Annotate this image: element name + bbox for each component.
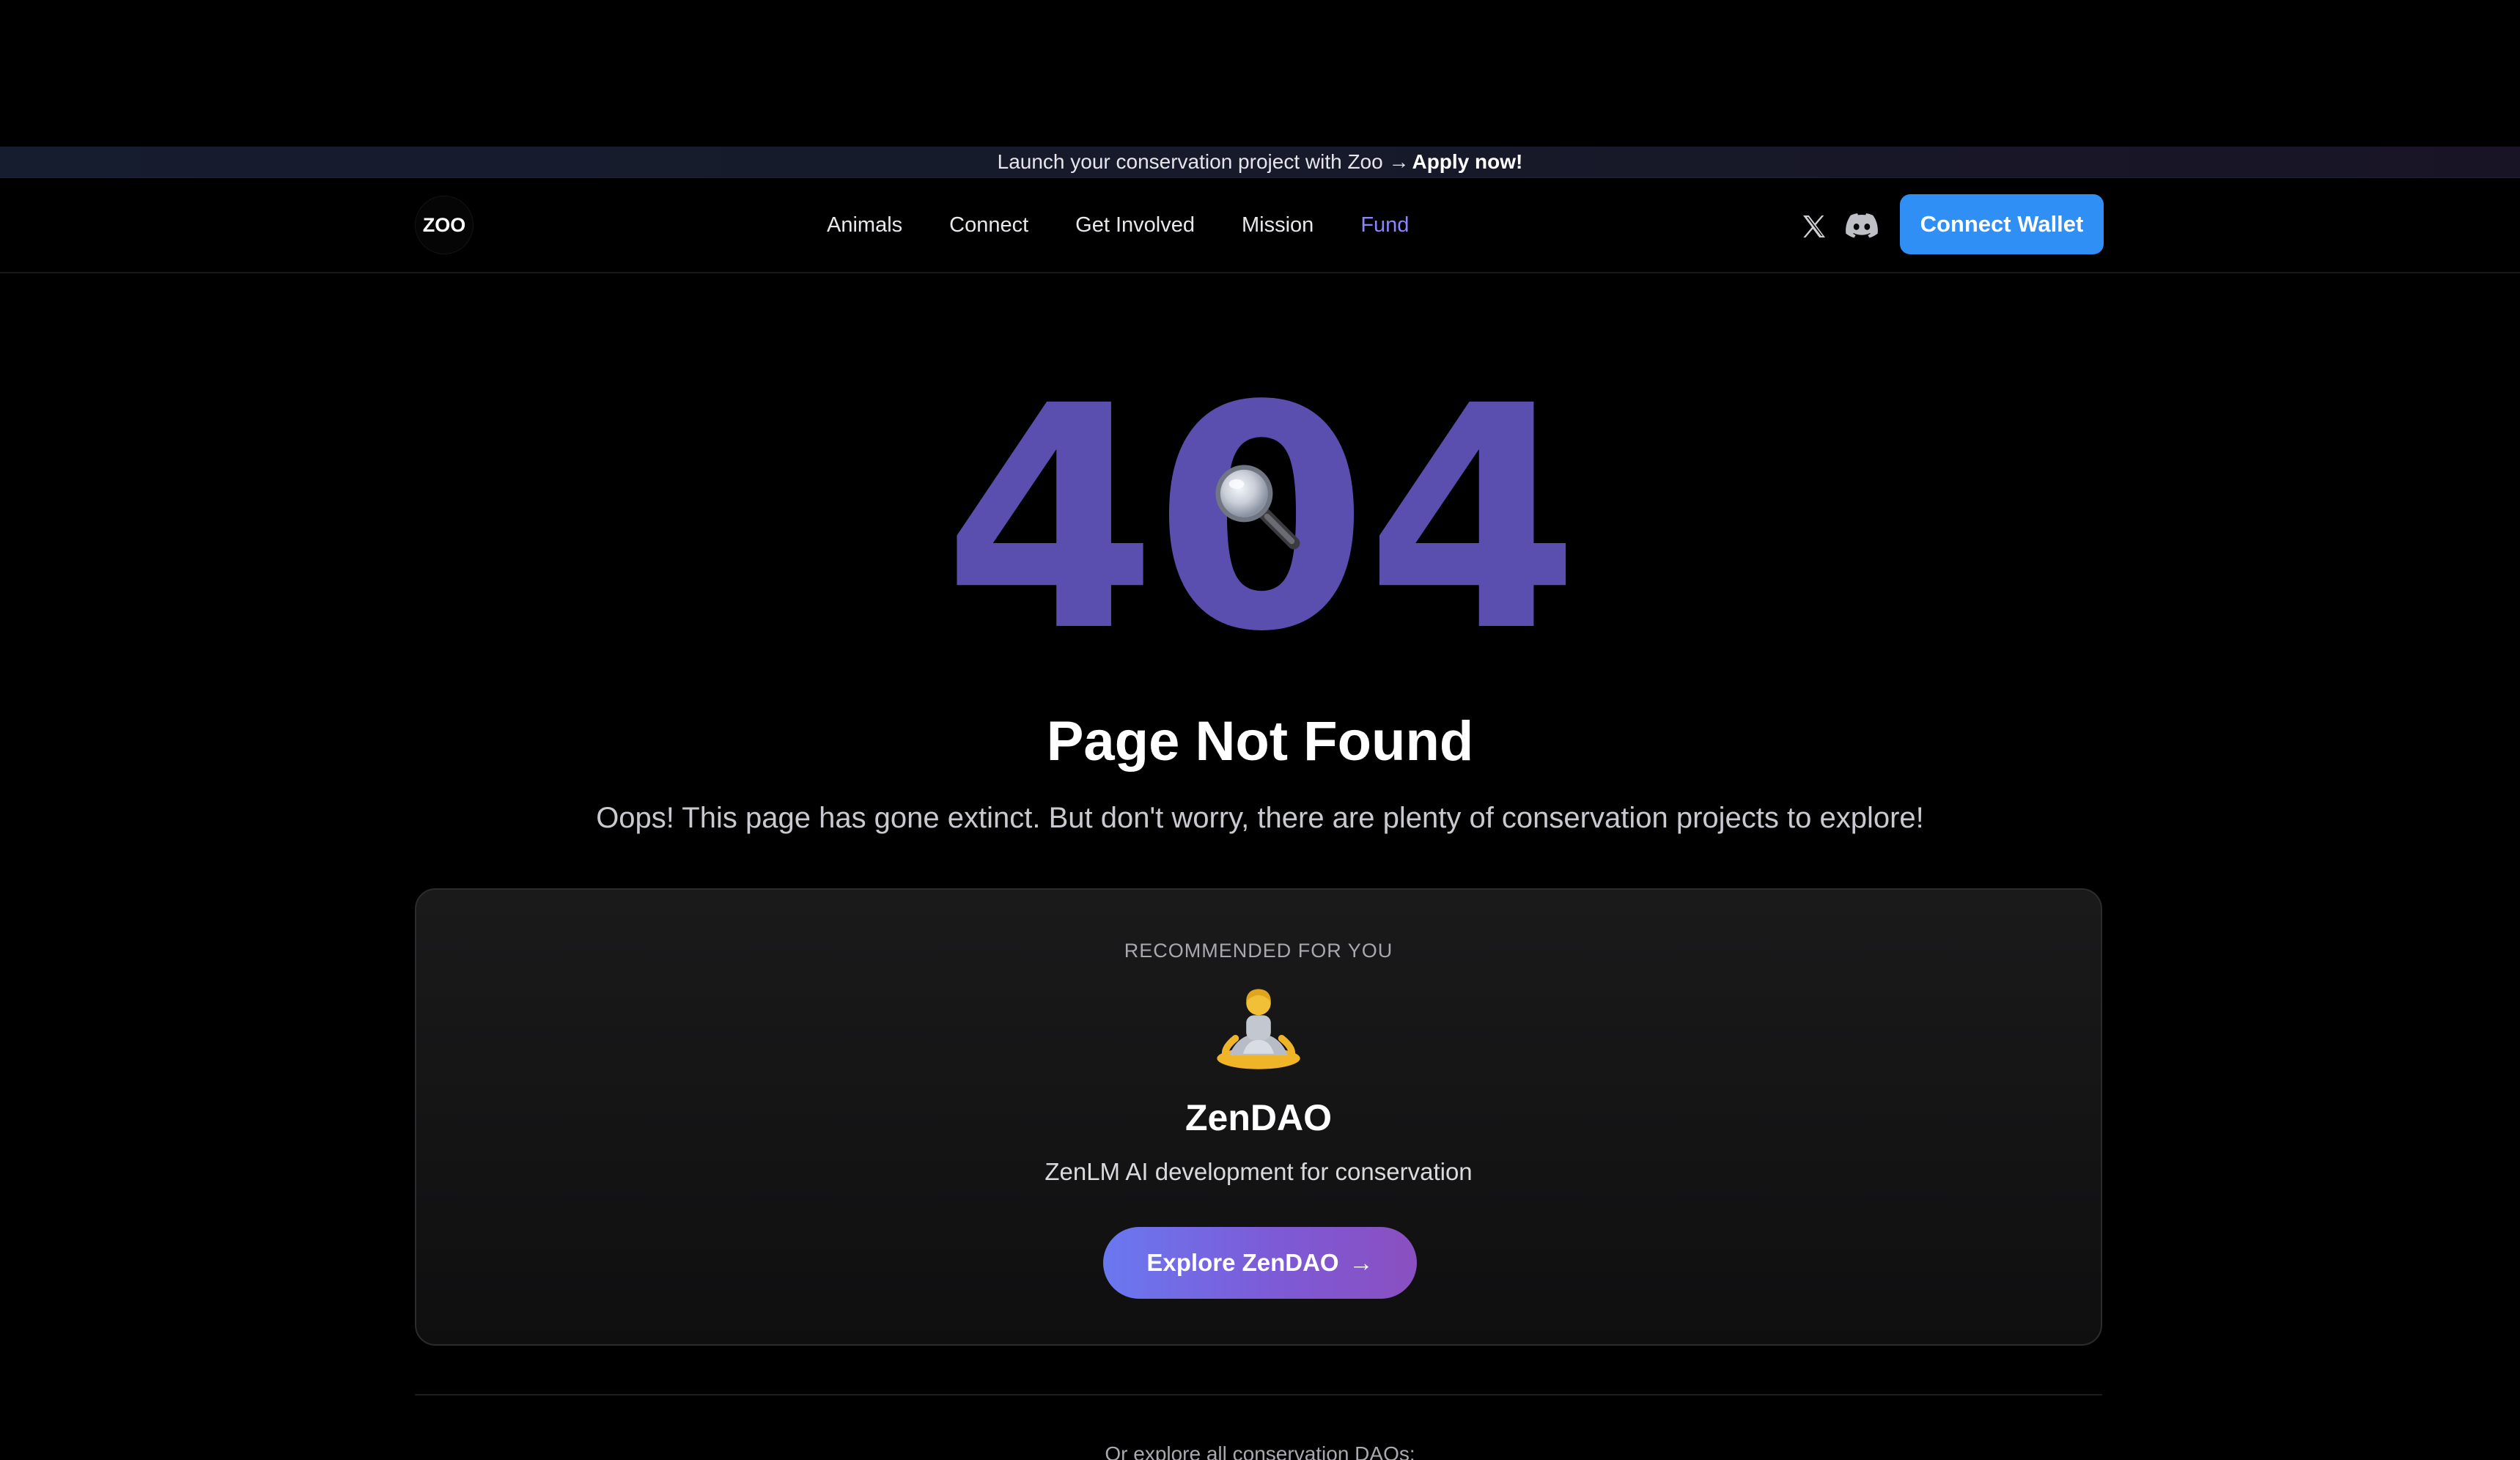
person-meditating-icon (1217, 989, 1300, 1069)
nav-item-fund[interactable]: Fund (1360, 213, 1409, 237)
section-divider (415, 1394, 2102, 1396)
zoo-logo[interactable]: ZOO (415, 196, 474, 254)
error-digit: 4 (1366, 341, 1580, 699)
recommendation-description: ZenLM AI development for conservation (1045, 1158, 1473, 1185)
explore-all-daos-hint: Or explore all conservation DAOs: (1105, 1442, 1415, 1460)
explore-zendao-button[interactable]: Explore ZenDAO → (1103, 1227, 1417, 1299)
arrow-right-icon: → (1349, 1249, 1374, 1276)
site-header: ZOO Animals Connect Get Involved Mission… (0, 178, 2520, 273)
explore-button-label: Explore ZenDAO (1146, 1249, 1339, 1276)
nav-item-get-involved[interactable]: Get Involved (1075, 213, 1195, 237)
error-digit: 4 (943, 341, 1157, 699)
recommendation-card: RECOMMENDED FOR YOU ZenDAO ZenLM AI deve… (415, 888, 2102, 1346)
nav-item-animals[interactable]: Animals (827, 213, 902, 237)
page: Launch your conservation project with Zo… (0, 0, 2520, 1460)
page-subtitle: Oops! This page has gone extinct. But do… (596, 802, 1924, 834)
x-icon[interactable] (1799, 212, 1829, 241)
announcement-banner[interactable]: Launch your conservation project with Zo… (0, 147, 2520, 178)
page-title: Page Not Found (1046, 710, 1474, 773)
discord-icon[interactable] (1846, 212, 1878, 241)
main-nav: Animals Connect Get Involved Mission Fun… (827, 178, 1409, 272)
banner-text: Launch your conservation project with Zo… (997, 150, 1410, 173)
connect-wallet-button[interactable]: Connect Wallet (1900, 194, 2104, 254)
nav-item-mission[interactable]: Mission (1242, 213, 1314, 237)
recommendation-name: ZenDAO (1185, 1097, 1332, 1138)
recommendation-kicker: RECOMMENDED FOR YOU (1124, 940, 1393, 962)
magnifying-glass-icon (1215, 465, 1300, 550)
nav-item-connect[interactable]: Connect (949, 213, 1028, 237)
banner-apply-link[interactable]: Apply now! (1412, 150, 1522, 174)
